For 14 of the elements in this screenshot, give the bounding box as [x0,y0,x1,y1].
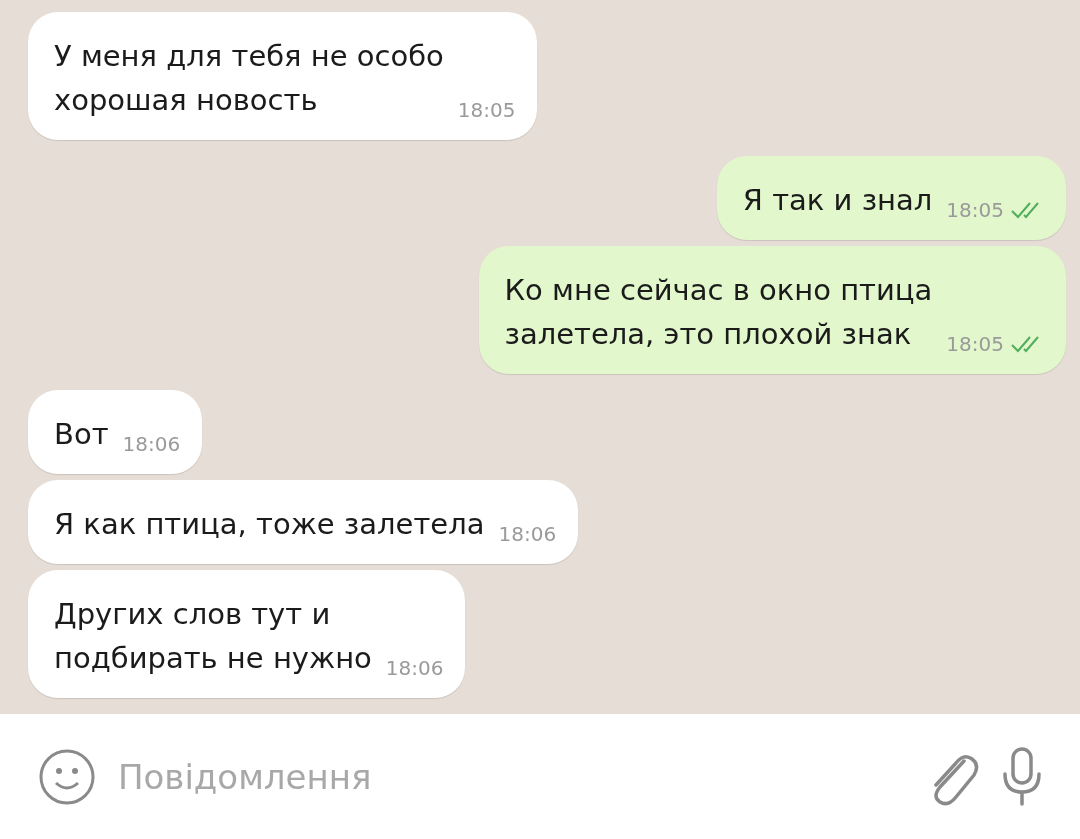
message-text: Я так и знал [742,182,933,219]
message-time: 18:05 [946,332,1004,356]
message-time: 18:06 [498,522,557,546]
message-time: 18:05 [946,198,1004,222]
microphone-icon[interactable] [1000,745,1044,808]
message-text: Других слов тут и подбирать не нужно [54,596,372,677]
message-time: 18:06 [122,432,181,456]
smiley-icon[interactable] [38,747,96,806]
message-text: Вот [54,416,109,453]
message-text: Ко мне сейчас в окно птица залетела, это плохой знак [504,272,933,353]
message-text: Я как птица, тоже залетела [54,506,485,543]
message-text: У меня для тебя не особо хорошая новость [54,38,444,119]
message-time: 18:06 [385,656,444,680]
message-time: 18:05 [457,98,516,122]
